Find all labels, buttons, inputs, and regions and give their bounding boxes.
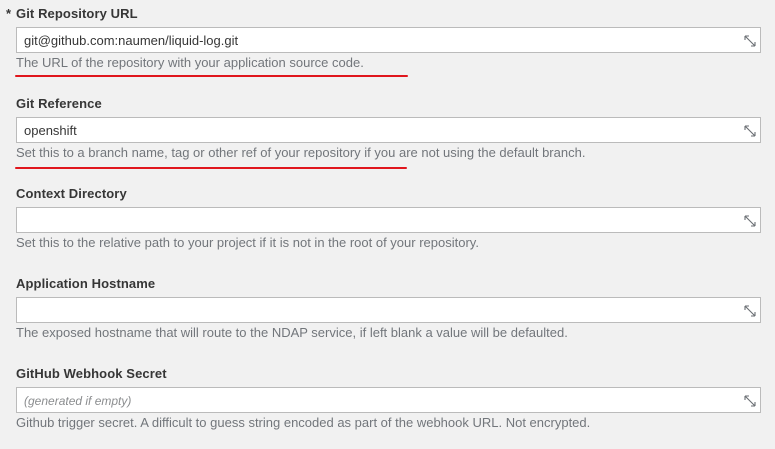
required-marker: * (6, 6, 12, 21)
resize-handle-icon[interactable] (744, 215, 756, 227)
help-text: Github trigger secret. A difficult to gu… (16, 415, 591, 430)
context-directory-input[interactable] (16, 207, 761, 233)
git-repository-url-input[interactable]: git@github.com:naumen/liquid-log.git (16, 27, 761, 53)
field-label: Context Directory (16, 186, 127, 201)
resize-handle-icon[interactable] (744, 125, 756, 137)
field-github-webhook-secret: GitHub Webhook Secret (generated if empt… (0, 366, 775, 449)
field-label-text: Git Repository URL (16, 6, 138, 21)
field-context-directory: Context Directory Set this to the relati… (0, 186, 775, 276)
help-text: Set this to the relative path to your pr… (16, 235, 479, 250)
application-hostname-input[interactable] (16, 297, 761, 323)
field-git-reference: Git Reference openshift Set this to a br… (0, 96, 775, 186)
resize-handle-icon[interactable] (744, 305, 756, 317)
field-label: Git Reference (16, 96, 102, 111)
field-application-hostname: Application Hostname The exposed hostnam… (0, 276, 775, 366)
help-text: The exposed hostname that will route to … (16, 325, 568, 340)
help-text: The URL of the repository with your appl… (16, 55, 364, 70)
template-parameters-form: * Git Repository URL git@github.com:naum… (0, 0, 775, 449)
annotation-underline (15, 75, 408, 77)
resize-handle-icon[interactable] (744, 395, 756, 407)
field-git-repository-url: * Git Repository URL git@github.com:naum… (0, 6, 775, 96)
annotation-underline (15, 167, 407, 169)
git-reference-input[interactable]: openshift (16, 117, 761, 143)
help-text: Set this to a branch name, tag or other … (16, 145, 586, 160)
field-label: GitHub Webhook Secret (16, 366, 167, 381)
input-value[interactable]: openshift (24, 123, 77, 138)
input-value[interactable]: git@github.com:naumen/liquid-log.git (24, 33, 238, 48)
field-label: * Git Repository URL (6, 6, 138, 21)
field-label: Application Hostname (16, 276, 156, 291)
input-placeholder[interactable]: (generated if empty) (24, 394, 131, 408)
github-webhook-secret-input[interactable]: (generated if empty) (16, 387, 761, 413)
resize-handle-icon[interactable] (744, 35, 756, 47)
